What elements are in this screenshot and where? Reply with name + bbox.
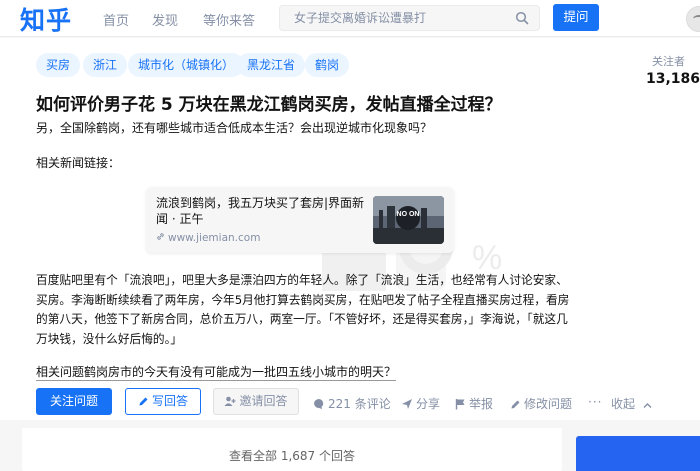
news-link-label: 相关新闻链接： (36, 156, 121, 170)
thumb-text: NO ON (397, 211, 420, 218)
nav-waiting-answer[interactable]: 等你来答 (203, 10, 255, 29)
report-button[interactable]: 举报 (455, 395, 493, 413)
top-navigation-bar: 知乎 首页 发现 等你来答 提问 (0, 0, 700, 37)
link-icon (156, 232, 165, 244)
link-url-text: www.jiemian.com (168, 232, 261, 244)
comments-button[interactable]: 221 条评论 (313, 395, 391, 413)
topic-tag[interactable]: 买房 (36, 53, 81, 77)
write-answer-button[interactable]: 写回答 (125, 388, 201, 415)
news-link-card[interactable]: 流浪到鹤岗，我五万块买了套房|界面新闻 · 正午 www.jiemian.com… (146, 187, 454, 253)
search-icon[interactable] (515, 11, 529, 25)
zhihu-logo[interactable]: 知乎 (20, 1, 72, 37)
followers-label: 关注者 (652, 55, 685, 68)
more-icon[interactable]: ··· (588, 395, 602, 409)
view-all-answers-button[interactable]: 查看全部 1,687 个回答 (22, 428, 562, 471)
comment-icon (313, 398, 325, 413)
topic-tag[interactable]: 浙江 (83, 53, 128, 77)
pencil-icon (510, 399, 521, 413)
ask-question-button[interactable]: 提问 (553, 4, 599, 31)
follow-question-button[interactable]: 关注问题 (36, 388, 112, 415)
add-user-icon (224, 391, 236, 416)
edit-question-label: 修改问题 (524, 397, 573, 411)
collapse-label: 收起 (611, 397, 636, 411)
question-detail-text: 百度贴吧里有个「流浪吧」，吧里大多是漂泊四方的年轻人。除了「流浪」生活，也经常有… (36, 273, 570, 346)
collapse-button[interactable]: 收起 (611, 395, 655, 413)
share-button[interactable]: 分享 (401, 395, 440, 413)
related-question-link[interactable]: 相关问题鹤岗房市的今天有没有可能成为一批四五线小城市的明天？ (36, 363, 397, 381)
write-answer-label: 写回答 (151, 394, 188, 408)
link-card-title: 流浪到鹤岗，我五万块买了套房|界面新闻 · 正午 (156, 196, 365, 226)
search-input[interactable] (280, 6, 510, 30)
search-box (279, 5, 540, 31)
report-label: 举报 (469, 397, 494, 411)
chevron-up-icon (643, 399, 652, 413)
avatar[interactable] (686, 6, 700, 32)
question-title: 如何评价男子花 5 万块在黑龙江鹤岗买房，发帖直播全过程？ (36, 95, 502, 115)
link-card-url: www.jiemian.com (156, 232, 260, 244)
link-card-thumbnail: NO ON (373, 196, 444, 244)
topic-tag[interactable]: 黑龙江省 (237, 53, 306, 77)
view-all-answers-label: 查看全部 1,687 个回答 (229, 449, 355, 463)
share-label: 分享 (416, 397, 441, 411)
flag-icon (455, 398, 466, 413)
nav-home[interactable]: 首页 (103, 10, 129, 29)
question-subtitle: 另，全国除鹤岗，还有哪些城市适合低成本生活？会出现逆城市化现象吗？ (36, 121, 433, 135)
edit-question-button[interactable]: 修改问题 (510, 395, 572, 413)
topic-tag[interactable]: 城市化（城镇化） (128, 53, 245, 77)
share-icon (401, 398, 413, 413)
invite-answer-label: 邀请回答 (239, 394, 288, 408)
pencil-icon (138, 391, 149, 416)
question-header-card: 买房 浙江 城市化（城镇化） 黑龙江省 鹤岗 关注者 13,186 如何评价男子… (0, 38, 700, 420)
side-banner[interactable] (576, 436, 700, 471)
followers-count: 13,186 (646, 71, 700, 87)
comments-label: 221 条评论 (328, 397, 391, 411)
nav-discover[interactable]: 发现 (152, 10, 178, 29)
invite-answer-button[interactable]: 邀请回答 (213, 388, 299, 415)
topic-tag[interactable]: 鹤岗 (305, 53, 350, 77)
